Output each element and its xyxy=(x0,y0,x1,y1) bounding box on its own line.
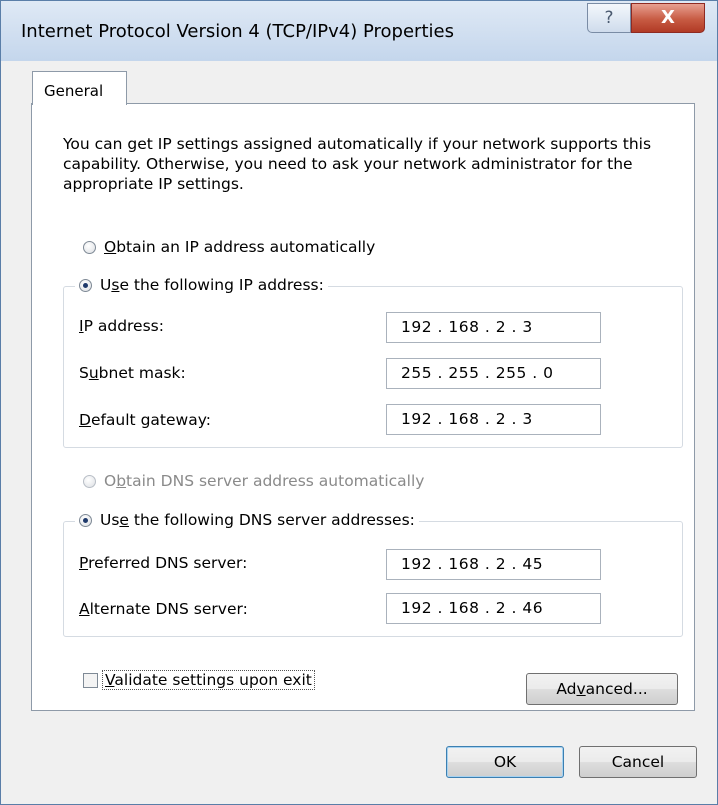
alternate-dns-label: Alternate DNS server: xyxy=(79,600,248,618)
ip-address-input[interactable]: 192 . 168 . 2 . 3 xyxy=(386,312,601,343)
tab-general[interactable]: General xyxy=(32,71,127,105)
default-gateway-label: Default gateway: xyxy=(79,411,211,429)
preferred-dns-label: Preferred DNS server: xyxy=(79,554,248,572)
obtain-dns-auto-option[interactable]: Obtain DNS server address automatically xyxy=(83,471,424,491)
use-dns-manual-label: Use the following DNS server addresses: xyxy=(100,511,415,529)
dialog-window: Internet Protocol Version 4 (TCP/IPv4) P… xyxy=(0,0,718,805)
ok-button[interactable]: OK xyxy=(446,746,564,778)
close-button[interactable]: X xyxy=(631,3,705,33)
use-ip-manual-radio[interactable] xyxy=(79,278,92,292)
validate-settings-option[interactable]: Validate settings upon exit xyxy=(83,670,315,690)
help-button[interactable]: ? xyxy=(587,3,631,33)
use-dns-manual-radio[interactable] xyxy=(79,513,92,527)
preferred-dns-input[interactable]: 192 . 168 . 2 . 45 xyxy=(386,549,601,580)
obtain-dns-auto-radio[interactable] xyxy=(83,474,96,488)
obtain-ip-auto-radio[interactable] xyxy=(83,240,96,254)
title-bar[interactable]: Internet Protocol Version 4 (TCP/IPv4) P… xyxy=(1,1,717,61)
alternate-dns-input[interactable]: 192 . 168 . 2 . 46 xyxy=(386,593,601,624)
obtain-dns-auto-label: Obtain DNS server address automatically xyxy=(104,472,425,490)
obtain-ip-auto-option[interactable]: Obtain an IP address automatically xyxy=(83,237,375,257)
obtain-ip-auto-label: Obtain an IP address automatically xyxy=(104,238,376,256)
use-ip-manual-option[interactable]: Use the following IP address: xyxy=(75,275,328,295)
window-title: Internet Protocol Version 4 (TCP/IPv4) P… xyxy=(21,21,454,42)
advanced-button[interactable]: Advanced... xyxy=(526,673,678,705)
subnet-mask-input[interactable]: 255 . 255 . 255 . 0 xyxy=(386,358,601,389)
cancel-button[interactable]: Cancel xyxy=(579,746,697,778)
subnet-mask-label: Subnet mask: xyxy=(79,364,186,382)
validate-settings-checkbox[interactable] xyxy=(83,672,98,688)
validate-settings-label: Validate settings upon exit xyxy=(102,670,315,690)
default-gateway-input[interactable]: 192 . 168 . 2 . 3 xyxy=(386,404,601,435)
use-dns-manual-option[interactable]: Use the following DNS server addresses: xyxy=(75,510,419,530)
description-text: You can get IP settings assigned automat… xyxy=(63,135,652,193)
help-icon: ? xyxy=(604,8,614,28)
close-icon: X xyxy=(661,7,675,28)
use-ip-manual-label: Use the following IP address: xyxy=(100,276,324,294)
ip-address-label: IP address: xyxy=(79,317,164,335)
